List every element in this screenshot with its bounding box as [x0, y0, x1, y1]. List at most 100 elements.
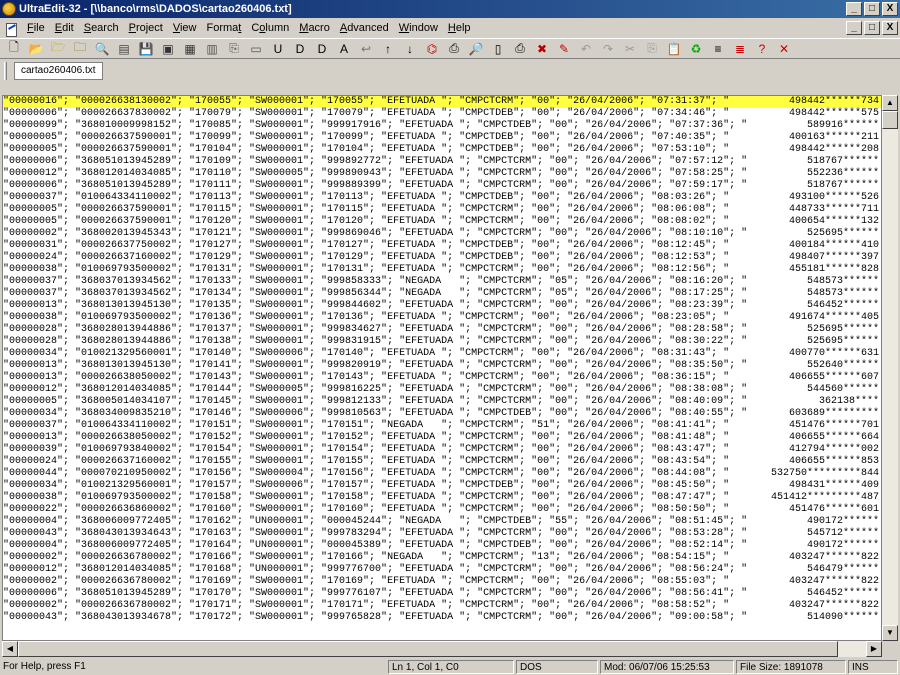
open-file-button[interactable]: 🗁 [48, 40, 68, 58]
vertical-scrollbar[interactable]: ▲ ▼ [882, 95, 898, 641]
close-file-button[interactable]: 🗀 [70, 40, 90, 58]
text-line[interactable]: "00000037"; "010064334110002"; "170151";… [3, 420, 881, 432]
text-line[interactable]: "00000038"; "010069793500002"; "170131";… [3, 264, 881, 276]
tab-strip-grip[interactable] [4, 62, 7, 80]
edit-button[interactable]: ✎ [554, 40, 574, 58]
text-line[interactable]: "00000034"; "368034009835210"; "170146";… [3, 408, 881, 420]
text-line[interactable]: "00000005"; "000026637590001"; "170120";… [3, 216, 881, 228]
page-button[interactable]: ▯ [488, 40, 508, 58]
close-button[interactable]: X [882, 2, 898, 16]
text-line[interactable]: "00000013"; "000026638050002"; "170152";… [3, 432, 881, 444]
text-line[interactable]: "00000037"; "368037013934562"; "170133";… [3, 276, 881, 288]
menu-search[interactable]: Search [79, 19, 124, 38]
print-button[interactable]: ⎙ [444, 40, 464, 58]
text-line[interactable]: "00000013"; "368013013945130"; "170135";… [3, 300, 881, 312]
text-line[interactable]: "00000005"; "000026637590001"; "170115";… [3, 204, 881, 216]
sort-ascending-button[interactable]: ↑ [378, 40, 398, 58]
doc-restore-button[interactable]: □ [864, 21, 880, 35]
scroll-down-button[interactable]: ▼ [882, 625, 898, 641]
copy-doc-button[interactable]: ⎘ [224, 40, 244, 58]
text-line[interactable]: "00000002"; "368002013945343"; "170121";… [3, 228, 881, 240]
text-line[interactable]: "00000037"; "368037013934562"; "170134";… [3, 288, 881, 300]
dos-unix-button[interactable]: D [312, 40, 332, 58]
horizontal-scrollbar[interactable]: ◀ ▶ [2, 641, 882, 657]
printer-button[interactable]: ⎙ [510, 40, 530, 58]
text-line[interactable]: "00000034"; "010021329560001"; "170157";… [3, 480, 881, 492]
clipboard-button[interactable]: ♻ [686, 40, 706, 58]
column-mode-button[interactable]: ▭ [246, 40, 266, 58]
text-line[interactable]: "00000005"; "000026637590001"; "170104";… [3, 144, 881, 156]
text-line[interactable]: "00000005"; "000026637590001"; "170099";… [3, 132, 881, 144]
save-all-button[interactable]: ▣ [158, 40, 178, 58]
files-button[interactable]: ▤ [114, 40, 134, 58]
scroll-up-button[interactable]: ▲ [882, 95, 898, 111]
dos-mac-button[interactable]: D [290, 40, 310, 58]
text-line[interactable]: "00000044"; "000070210950002"; "170156";… [3, 468, 881, 480]
find-files-button[interactable]: 🔍 [92, 40, 112, 58]
tab-cartao260406[interactable]: cartao260406.txt [14, 62, 103, 80]
list-button[interactable]: ≣ [730, 40, 750, 58]
text-line[interactable]: "00000002"; "000026636780002"; "170171";… [3, 600, 881, 612]
text-line[interactable]: "00000006"; "368051013945289"; "170111";… [3, 180, 881, 192]
hex-edit-button[interactable]: ⌬ [422, 40, 442, 58]
sort-descending-button[interactable]: ↓ [400, 40, 420, 58]
text-line[interactable]: "00000043"; "368043013934643"; "170163";… [3, 528, 881, 540]
redo-button[interactable]: ↷ [598, 40, 618, 58]
open-folder-button[interactable]: 📂 [26, 40, 46, 58]
text-line[interactable]: "00000013"; "368013013945130"; "170141";… [3, 360, 881, 372]
ultraedit-app-icon[interactable] [2, 2, 16, 16]
copy-button[interactable]: ⎘ [642, 40, 662, 58]
save-button[interactable]: 💾 [136, 40, 156, 58]
text-line[interactable]: "00000004"; "368006009772405"; "170164";… [3, 540, 881, 552]
exit-button[interactable]: ✕ [774, 40, 794, 58]
print-preview-button[interactable]: ▥ [202, 40, 222, 58]
text-line[interactable]: "00000024"; "000026637160002"; "170129";… [3, 252, 881, 264]
text-line[interactable]: "00000013"; "000026638050002"; "170143";… [3, 372, 881, 384]
maximize-button[interactable]: □ [864, 2, 880, 16]
wrap-button[interactable]: ↩ [356, 40, 376, 58]
text-line[interactable]: "00000028"; "368028013944886"; "170138";… [3, 336, 881, 348]
new-file-button[interactable]: 🗋 [4, 40, 24, 58]
text-line[interactable]: "00000039"; "010069793840002"; "170154";… [3, 444, 881, 456]
text-line[interactable]: "00000031"; "000026637750002"; "170127";… [3, 240, 881, 252]
text-line[interactable]: "00000002"; "000026636780002"; "170166";… [3, 552, 881, 564]
vertical-scroll-thumb[interactable] [882, 111, 898, 129]
text-line[interactable]: "00000034"; "010021329560001"; "170140";… [3, 348, 881, 360]
align-button[interactable]: ≡ [708, 40, 728, 58]
save-as-button[interactable]: ▦ [180, 40, 200, 58]
doc-minimize-button[interactable]: _ [846, 21, 862, 35]
menu-column[interactable]: Column [246, 19, 294, 38]
text-line[interactable]: "00000005"; "368005014034107"; "170145";… [3, 396, 881, 408]
text-line[interactable]: "00000024"; "000026637160002"; "170155";… [3, 456, 881, 468]
menu-advanced[interactable]: Advanced [335, 19, 394, 38]
preview-button[interactable]: 🔎 [466, 40, 486, 58]
cut-button[interactable]: ✂ [620, 40, 640, 58]
text-line[interactable]: "00000028"; "368028013944886"; "170137";… [3, 324, 881, 336]
menu-edit[interactable]: Edit [50, 19, 79, 38]
text-line[interactable]: "00000004"; "368006009772405"; "170162";… [3, 516, 881, 528]
scroll-right-button[interactable]: ▶ [866, 641, 882, 657]
text-line[interactable]: "00000022"; "000026636860002"; "170160";… [3, 504, 881, 516]
undo-button[interactable]: ↶ [576, 40, 596, 58]
paste-button[interactable]: 📋 [664, 40, 684, 58]
minimize-button[interactable]: _ [846, 2, 862, 16]
text-line[interactable]: "00000002"; "000026636780002"; "170169";… [3, 576, 881, 588]
menu-file[interactable]: File [22, 19, 50, 38]
text-line[interactable]: "00000038"; "010069793500002"; "170136";… [3, 312, 881, 324]
doc-close-button[interactable]: X [882, 21, 898, 35]
text-line[interactable]: "00000037"; "010064334110002"; "170113";… [3, 192, 881, 204]
menu-window[interactable]: Window [394, 19, 443, 38]
text-line[interactable]: "00000099"; "368010009998152"; "170085";… [3, 120, 881, 132]
help-button[interactable]: ? [752, 40, 772, 58]
menu-view[interactable]: View [168, 19, 202, 38]
text-line[interactable]: "00000043"; "368043013934678"; "170172";… [3, 612, 881, 624]
document-icon[interactable] [4, 22, 18, 37]
text-editor[interactable]: "00000016"; "000026638130002"; "170055";… [2, 95, 882, 641]
text-line[interactable]: "00000006"; "000026637830002"; "170079";… [3, 108, 881, 120]
font-button[interactable]: A [334, 40, 354, 58]
text-line[interactable]: "00000012"; "368012014034085"; "170168";… [3, 564, 881, 576]
text-line[interactable]: "00000006"; "368051013945289"; "170170";… [3, 588, 881, 600]
text-line[interactable]: "00000006"; "368051013945289"; "170109";… [3, 156, 881, 168]
menu-macro[interactable]: Macro [294, 19, 335, 38]
menu-format[interactable]: Format [202, 19, 247, 38]
